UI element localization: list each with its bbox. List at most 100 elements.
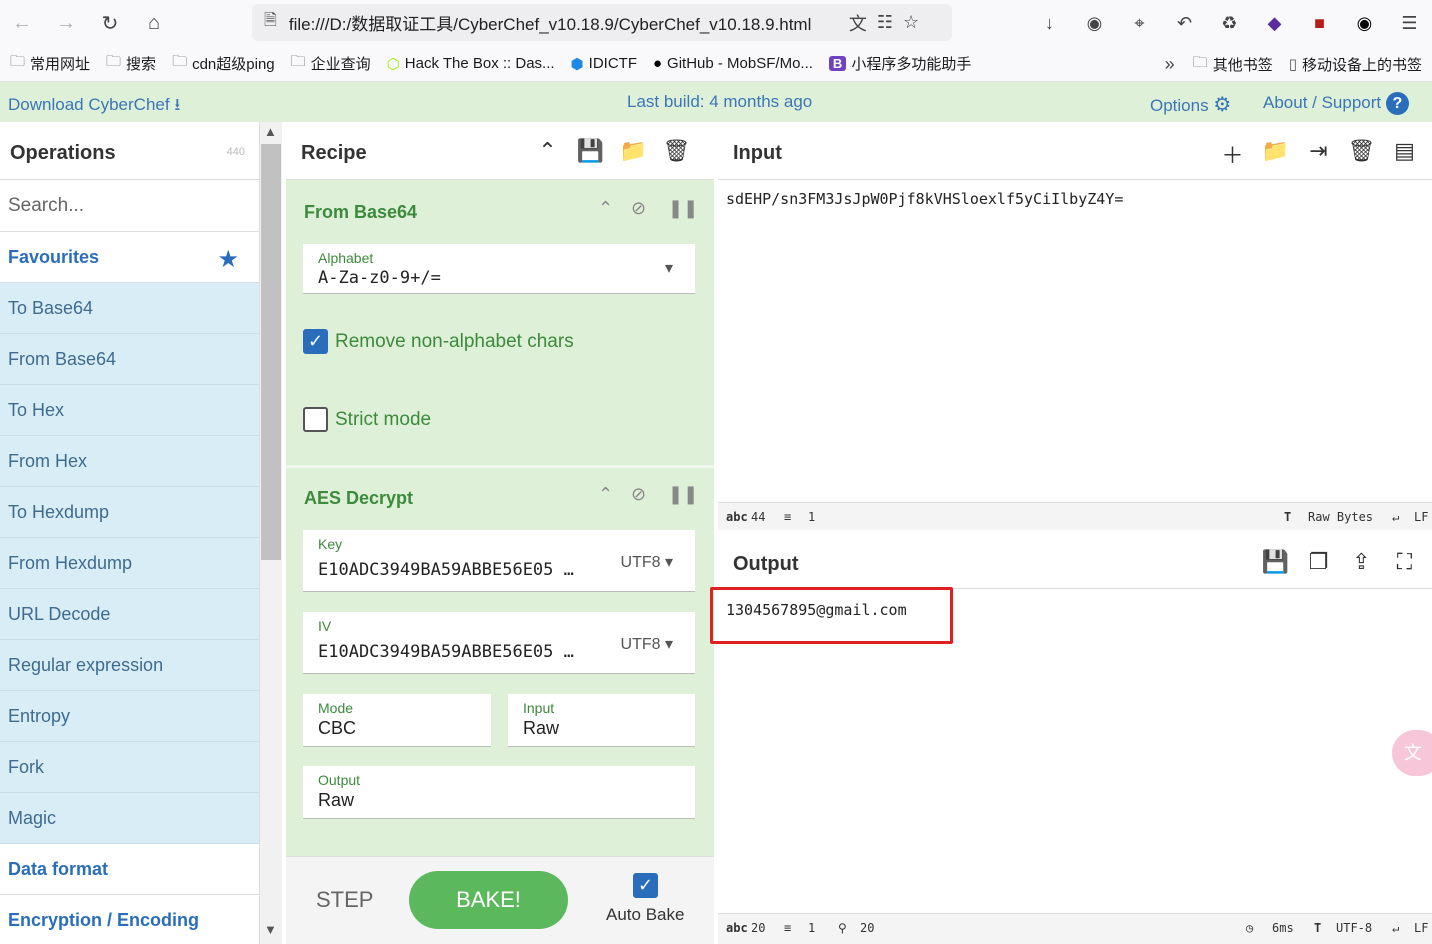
download-link[interactable]: Download CyberChef ⭳ bbox=[8, 92, 180, 121]
chevron-right-double-icon[interactable]: » bbox=[1165, 54, 1175, 75]
download-icon[interactable]: ↓ bbox=[1027, 0, 1072, 46]
undo-icon[interactable]: ↶ bbox=[1162, 0, 1207, 46]
github-icon: ● bbox=[652, 55, 663, 72]
input-encoding[interactable]: Raw Bytes bbox=[1308, 510, 1373, 524]
output-format-select[interactable]: Output Raw bbox=[303, 766, 695, 819]
bookmark-item[interactable]: B 小程序多功能助手 bbox=[828, 53, 971, 74]
bookmark-item[interactable]: ▯ 移动设备上的书签 bbox=[1289, 54, 1422, 75]
disable-icon[interactable]: ⊘ bbox=[631, 484, 646, 505]
trash-icon[interactable]: 🗑 bbox=[1340, 138, 1383, 170]
bookmark-item[interactable]: 🗀 搜索 bbox=[106, 51, 156, 76]
scroll-down-icon[interactable]: ▼ bbox=[264, 922, 277, 937]
collapse-icon[interactable]: ⌃ bbox=[598, 198, 613, 219]
operation-item[interactable]: From Base64 bbox=[0, 334, 259, 385]
bookmark-item[interactable]: 🗀 企业查询 bbox=[291, 51, 371, 76]
back-icon[interactable]: ← bbox=[0, 0, 44, 46]
translate-icon[interactable]: 文 bbox=[849, 10, 867, 36]
operation-item[interactable]: From Hex bbox=[0, 436, 259, 487]
bookmark-star-icon[interactable]: ☆ bbox=[903, 12, 919, 33]
mode-select[interactable]: Mode CBC bbox=[303, 694, 491, 747]
output-encoding[interactable]: UTF-8 bbox=[1336, 921, 1372, 935]
collapse-icon[interactable]: ⌃ bbox=[526, 138, 569, 164]
star-icon[interactable]: ★ bbox=[217, 245, 239, 274]
layout-icon[interactable]: ▤ bbox=[1383, 138, 1426, 170]
bake-button[interactable]: BAKE! bbox=[409, 871, 568, 929]
circle-extension-icon[interactable]: ◉ bbox=[1342, 0, 1387, 46]
extension-purple-icon[interactable]: ◆ bbox=[1252, 0, 1297, 46]
bookmark-item[interactable]: 🗀 cdn超级ping bbox=[172, 51, 275, 76]
input-eol[interactable]: LF bbox=[1414, 510, 1428, 524]
input-format-select[interactable]: Input Raw bbox=[508, 694, 695, 747]
bookmark-item[interactable]: ⬢ IDICTF bbox=[571, 55, 637, 73]
operation-item[interactable]: Entropy bbox=[0, 691, 259, 742]
output-title: Output bbox=[733, 553, 799, 575]
bookmark-item[interactable]: 🗀 其他书签 bbox=[1193, 52, 1273, 77]
operation-item[interactable]: Regular expression bbox=[0, 640, 259, 691]
strict-mode-checkbox[interactable] bbox=[303, 407, 328, 432]
output-status-bar: abc 20 ≡ 1 ⚲ 20 ◷ 6ms T UTF-8 ↵ LF bbox=[718, 913, 1432, 944]
url-bar[interactable]: 🗎 file:///D:/数据取证工具/CyberChef_v10.18.9/C… bbox=[252, 4, 952, 41]
bookmark-item[interactable]: ● GitHub - MobSF/Mo... bbox=[653, 55, 813, 72]
home-icon[interactable]: ⌂ bbox=[132, 0, 176, 46]
extensions-icon[interactable]: ♻ bbox=[1207, 0, 1252, 46]
remove-nonalpha-checkbox[interactable]: ✓ bbox=[303, 329, 328, 354]
page-translate-icon[interactable]: ☷ bbox=[877, 12, 893, 33]
operation-item[interactable]: Magic bbox=[0, 793, 259, 844]
copy-icon[interactable]: ❐ bbox=[1297, 549, 1340, 575]
location-icon: ⚲ bbox=[838, 921, 847, 935]
operation-item[interactable]: Fork bbox=[0, 742, 259, 793]
account-icon[interactable]: ◉ bbox=[1072, 0, 1117, 46]
aes-decrypt-title: AES Decrypt bbox=[304, 488, 414, 508]
operation-item[interactable]: URL Decode bbox=[0, 589, 259, 640]
search-input[interactable]: Search... bbox=[0, 180, 259, 232]
category-data-format[interactable]: Data format bbox=[0, 844, 259, 895]
url-text[interactable]: file:///D:/数据取证工具/CyberChef_v10.18.9/Cyb… bbox=[289, 10, 839, 35]
scroll-up-icon[interactable]: ▲ bbox=[264, 124, 277, 139]
folder-open-icon[interactable]: 📁 bbox=[612, 138, 655, 164]
category-favourites[interactable]: Favourites ★ bbox=[0, 232, 259, 283]
last-build-text: Last build: 4 months ago bbox=[627, 92, 813, 111]
menu-icon[interactable]: ☰ bbox=[1387, 0, 1432, 46]
pause-icon[interactable]: ❚❚ bbox=[668, 198, 698, 219]
operations-pane: Operations 440 Search... Favourites ★ To… bbox=[0, 122, 260, 944]
disable-icon[interactable]: ⊘ bbox=[631, 198, 646, 219]
save-icon[interactable]: 💾 bbox=[1254, 549, 1297, 575]
operation-item[interactable]: From Hexdump bbox=[0, 538, 259, 589]
auto-bake-label: Auto Bake bbox=[606, 905, 685, 924]
key-field[interactable]: Key E10ADC3949BA59ABBE56E05 … UTF8 ▾ bbox=[303, 530, 695, 592]
reload-icon[interactable]: ↻ bbox=[88, 0, 132, 46]
scrollbar-thumb[interactable] bbox=[261, 144, 281, 560]
operation-item[interactable]: To Hexdump bbox=[0, 487, 259, 538]
operation-item[interactable]: To Base64 bbox=[0, 283, 259, 334]
auto-bake-checkbox[interactable]: ✓ bbox=[633, 873, 658, 898]
ublock-icon[interactable]: ■ bbox=[1297, 0, 1342, 46]
maximize-icon[interactable]: ⛶ bbox=[1383, 549, 1426, 575]
bookmark-item[interactable]: ⬡ Hack The Box :: Das... bbox=[387, 55, 555, 73]
folder-icon: 🗀 bbox=[172, 53, 188, 70]
key-encoding-select[interactable]: UTF8 ▾ bbox=[621, 552, 673, 572]
about-link[interactable]: About / Support ? bbox=[1263, 92, 1409, 115]
crop-icon[interactable]: ⌖ bbox=[1117, 0, 1162, 46]
input-textarea[interactable]: sdEHP/sn3FM3JsJpW0Pjf8kVHSloexlf5yCiIlby… bbox=[726, 190, 1123, 208]
save-icon[interactable]: 💾 bbox=[569, 138, 612, 164]
step-button[interactable]: STEP bbox=[316, 887, 373, 913]
pause-icon[interactable]: ❚❚ bbox=[668, 484, 698, 505]
iv-encoding-select[interactable]: UTF8 ▾ bbox=[621, 634, 673, 654]
output-eol[interactable]: LF bbox=[1414, 921, 1428, 935]
open-folder-icon[interactable]: 📁 bbox=[1254, 138, 1297, 170]
translate-float-icon[interactable]: 文 bbox=[1392, 730, 1432, 776]
operations-scrollbar[interactable]: ▲ ▼ bbox=[260, 122, 282, 944]
trash-icon[interactable]: 🗑 bbox=[655, 138, 698, 164]
category-encryption-encoding[interactable]: Encryption / Encoding bbox=[0, 895, 259, 944]
bookmark-item[interactable]: 🗀 常用网址 bbox=[10, 51, 90, 76]
alphabet-select[interactable]: Alphabet A-Za-z0-9+/= ▾ bbox=[303, 244, 695, 294]
replace-input-icon[interactable]: ⇪ bbox=[1340, 549, 1383, 575]
output-lines: 1 bbox=[808, 921, 816, 935]
iv-field[interactable]: IV E10ADC3949BA59ABBE56E05 … UTF8 ▾ bbox=[303, 612, 695, 674]
open-file-icon[interactable]: ⇥ bbox=[1297, 138, 1340, 170]
operation-item[interactable]: To Hex bbox=[0, 385, 259, 436]
options-link[interactable]: Options ⚙ bbox=[1150, 92, 1231, 117]
add-tab-icon[interactable]: ＋ bbox=[1211, 138, 1254, 170]
forward-icon[interactable]: → bbox=[44, 0, 88, 46]
collapse-icon[interactable]: ⌃ bbox=[598, 484, 613, 505]
